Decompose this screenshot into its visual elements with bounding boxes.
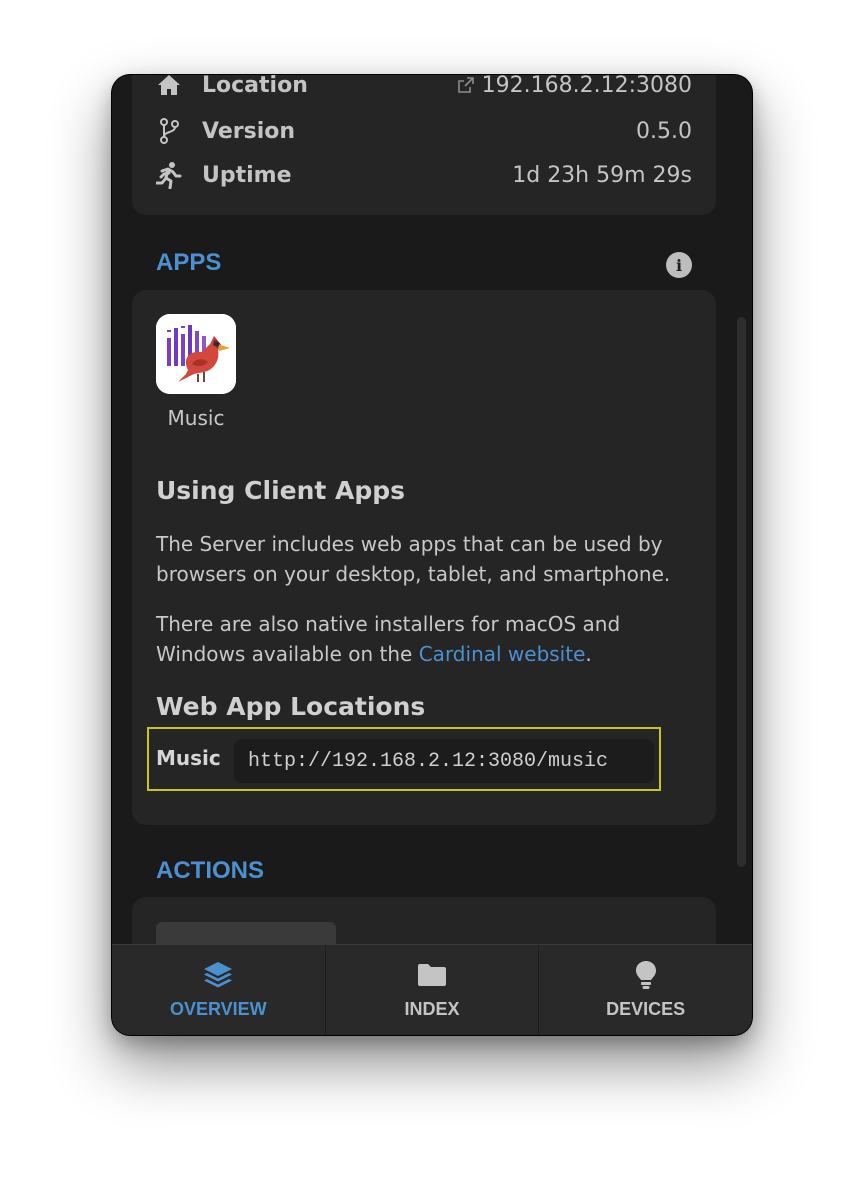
cardinal-music-app-icon[interactable] bbox=[156, 314, 236, 394]
using-client-apps-heading: Using Client Apps bbox=[156, 476, 406, 505]
client-apps-description: The Server includes web apps that can be… bbox=[156, 532, 671, 586]
location-label: Music bbox=[156, 746, 221, 770]
app-window: Location 192.168.2.12:3080 Version 0.5.0 bbox=[112, 75, 752, 1035]
bottom-tab-bar: OVERVIEW INDEX DEVICES bbox=[112, 944, 752, 1035]
location-value[interactable]: 192.168.2.12:3080 bbox=[482, 75, 692, 98]
lightbulb-icon bbox=[635, 960, 657, 990]
music-app-tile[interactable]: Music bbox=[156, 314, 236, 430]
info-row-version: Version 0.5.0 bbox=[156, 115, 692, 147]
apps-section-title: APPS bbox=[156, 249, 222, 276]
running-icon bbox=[156, 162, 182, 189]
app-name[interactable]: Music bbox=[168, 406, 225, 430]
branch-icon bbox=[156, 118, 182, 144]
native-installers-paragraph: There are also native installers for mac… bbox=[156, 609, 696, 669]
location-link[interactable]: 192.168.2.12:3080 bbox=[457, 75, 692, 98]
web-app-locations-heading: Web App Locations bbox=[156, 692, 426, 721]
info-label: Location bbox=[202, 75, 308, 98]
tab-label: OVERVIEW bbox=[169, 999, 267, 1019]
info-row-location: Location 192.168.2.12:3080 bbox=[156, 75, 692, 101]
scroll-content[interactable]: Location 192.168.2.12:3080 Version 0.5.0 bbox=[112, 75, 752, 1035]
info-row-uptime: Uptime 1d 23h 59m 29s bbox=[156, 159, 692, 191]
apps-card: Music Using Client Apps The Server inclu… bbox=[132, 290, 716, 825]
layers-icon bbox=[203, 960, 233, 990]
tab-label: DEVICES bbox=[606, 999, 686, 1019]
info-label: Version bbox=[202, 118, 296, 144]
folder-icon bbox=[417, 960, 447, 990]
tab-index[interactable]: INDEX bbox=[326, 945, 540, 1035]
tab-label: INDEX bbox=[404, 999, 460, 1019]
tab-devices[interactable]: DEVICES bbox=[539, 945, 752, 1035]
cardinal-website-link[interactable]: Cardinal website bbox=[419, 642, 586, 666]
uptime-value: 1d 23h 59m 29s bbox=[512, 162, 692, 188]
home-icon bbox=[156, 75, 182, 98]
paragraph-end: . bbox=[585, 642, 592, 666]
music-url-field[interactable]: http://192.168.2.12:3080/music bbox=[234, 739, 654, 783]
scrollbar[interactable] bbox=[737, 317, 746, 867]
tab-overview[interactable]: OVERVIEW bbox=[112, 945, 326, 1035]
external-link-icon bbox=[457, 77, 474, 93]
actions-section-title: ACTIONS bbox=[156, 857, 264, 884]
version-value: 0.5.0 bbox=[636, 118, 692, 144]
info-icon[interactable]: i bbox=[666, 252, 692, 278]
info-label: Uptime bbox=[202, 162, 292, 188]
